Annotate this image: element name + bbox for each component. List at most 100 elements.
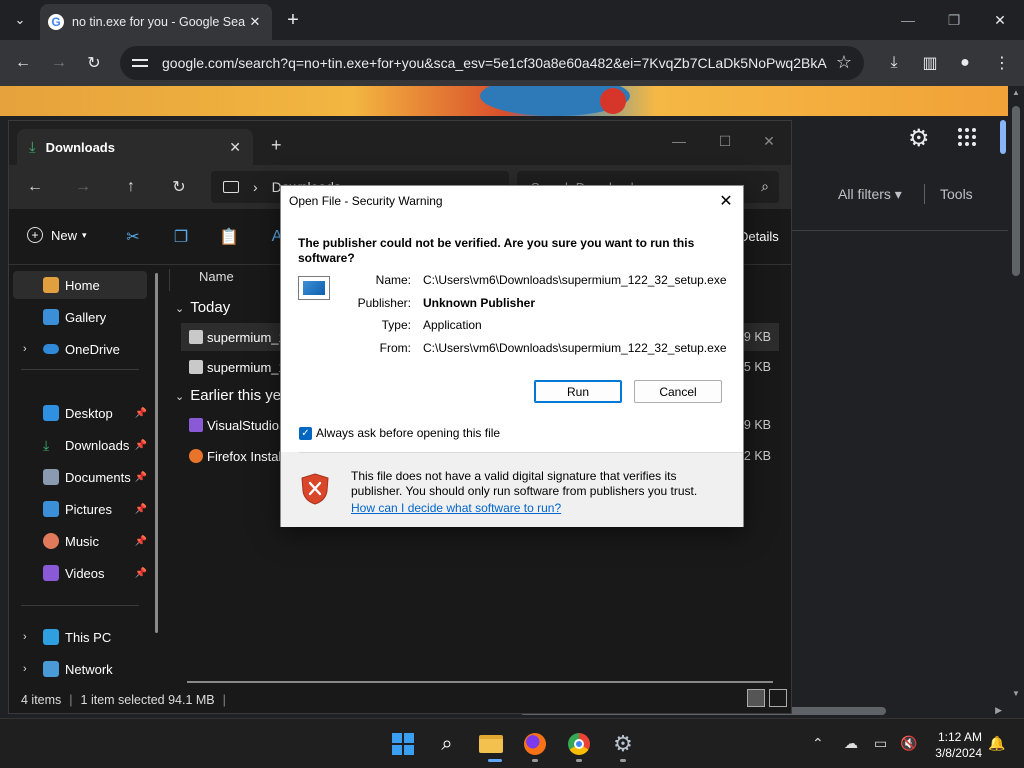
tools-button[interactable]: Tools xyxy=(940,186,973,202)
google-favicon-icon: G xyxy=(48,14,64,30)
firefox-taskbar-icon[interactable] xyxy=(522,731,548,757)
group-header-earlier[interactable]: ⌄ Earlier this yea xyxy=(175,387,289,404)
expand-chevron-icon[interactable]: › xyxy=(23,663,27,675)
file-list-scrollbar[interactable] xyxy=(187,681,773,683)
back-arrow-icon[interactable]: ← xyxy=(10,50,36,76)
chrome-close-button[interactable]: ✕ xyxy=(980,6,1020,34)
sidebar-item-pictures[interactable]: Pictures 📌 xyxy=(13,495,147,523)
reload-icon[interactable]: ↻ xyxy=(81,50,107,76)
run-button[interactable]: Run xyxy=(534,380,622,403)
side-panel-icon[interactable]: ▥ xyxy=(917,50,943,76)
details-view-icon[interactable] xyxy=(747,689,765,707)
sidebar-item-home[interactable]: Home xyxy=(13,271,147,299)
new-tab-button[interactable]: + xyxy=(282,8,304,32)
expand-chevron-icon[interactable]: › xyxy=(23,631,27,643)
chrome-minimize-button[interactable]: — xyxy=(888,6,928,34)
sidebar-item-desktop[interactable]: Desktop 📌 xyxy=(13,399,147,427)
google-settings-gear-icon[interactable]: ⚙ xyxy=(908,124,930,153)
sidebar-item-gallery[interactable]: Gallery xyxy=(13,303,147,331)
pin-icon[interactable]: 📌 xyxy=(135,568,147,579)
search-icon[interactable]: ⌕ xyxy=(434,731,460,757)
chrome-tab-active[interactable]: G no tin.exe for you - Google Sea ✕ xyxy=(40,4,272,40)
sidebar-item-onedrive[interactable]: › OneDrive xyxy=(13,335,147,363)
tiles-view-icon[interactable] xyxy=(769,689,787,707)
explorer-back-icon[interactable]: ← xyxy=(23,175,47,199)
explorer-tab-close-icon[interactable]: ✕ xyxy=(229,139,241,156)
cloud-offline-icon[interactable]: ☁ xyxy=(844,735,858,752)
address-bar[interactable]: google.com/search?q=no+tin.exe+for+you&s… xyxy=(120,46,864,80)
always-ask-label[interactable]: Always ask before opening this file xyxy=(316,426,500,440)
explorer-tab-downloads[interactable]: ⤓ Downloads ✕ xyxy=(17,129,253,165)
start-button[interactable] xyxy=(390,731,416,757)
volume-muted-icon[interactable]: 🔇 xyxy=(900,735,917,752)
google-apps-grid-icon[interactable] xyxy=(958,128,976,146)
bookmark-star-icon[interactable]: ☆ xyxy=(836,52,852,73)
explorer-up-icon[interactable]: ↑ xyxy=(119,175,143,199)
notification-bell-icon[interactable]: 🔔 xyxy=(988,735,1005,752)
tab-close-icon[interactable]: ✕ xyxy=(246,14,264,30)
cancel-button[interactable]: Cancel xyxy=(634,380,722,403)
pin-icon[interactable]: 📌 xyxy=(135,536,147,547)
checkbox-checked-icon[interactable]: ✓ xyxy=(299,426,312,440)
explorer-forward-icon[interactable]: → xyxy=(71,175,95,199)
windows-taskbar: ⌕ ⚙ ⌃ ☁ ▭ 🔇 1:12 AM 3/8/2024 🔔 xyxy=(0,718,1024,768)
forward-arrow-icon[interactable]: → xyxy=(46,50,72,76)
explorer-refresh-icon[interactable]: ↻ xyxy=(167,175,191,199)
security-shield-icon xyxy=(301,473,329,505)
site-info-icon[interactable] xyxy=(132,56,148,70)
explorer-minimize-button[interactable]: — xyxy=(659,127,699,155)
chrome-menu-icon[interactable]: ⋮ xyxy=(989,50,1015,76)
from-value: C:\Users\vm6\Downloads\supermium_122_32_… xyxy=(423,341,727,355)
documents-icon xyxy=(43,469,59,485)
new-menu-button[interactable]: + New ▾ xyxy=(27,227,87,243)
always-ask-checkbox[interactable]: ✓ Always ask before opening this file xyxy=(299,426,500,440)
copy-icon[interactable]: ❐ xyxy=(171,227,191,247)
system-clock[interactable]: 1:12 AM 3/8/2024 xyxy=(930,729,982,761)
pin-icon[interactable]: 📌 xyxy=(135,472,147,483)
explorer-close-button[interactable]: ✕ xyxy=(749,127,789,155)
network-status-icon[interactable]: ▭ xyxy=(874,735,887,752)
profile-icon[interactable]: ● xyxy=(952,50,978,76)
sidebar-item-music[interactable]: Music 📌 xyxy=(13,527,147,555)
download-icon[interactable]: ⤓ xyxy=(881,50,907,76)
chrome-taskbar-icon[interactable] xyxy=(566,731,592,757)
paste-icon[interactable]: 📋 xyxy=(219,227,239,247)
all-filters-button[interactable]: All filters ▾ xyxy=(838,186,902,203)
search-icon[interactable]: ⌕ xyxy=(761,178,769,195)
sidebar-item-network[interactable]: › Network xyxy=(13,655,147,683)
group-header-today[interactable]: ⌄ Today xyxy=(175,299,230,316)
address-url[interactable]: google.com/search?q=no+tin.exe+for+you&s… xyxy=(162,55,827,71)
pin-icon[interactable]: 📌 xyxy=(135,408,147,419)
name-row: Name: C:\Users\vm6\Downloads\supermium_1… xyxy=(281,273,743,289)
pin-icon[interactable]: 📌 xyxy=(135,504,147,515)
google-doodle-banner[interactable] xyxy=(0,86,1008,116)
sidebar-item-documents[interactable]: Documents 📌 xyxy=(13,463,147,491)
tab-search-chevron-icon[interactable]: ⌄ xyxy=(8,8,32,32)
collapse-chevron-icon[interactable]: ⌄ xyxy=(175,391,184,403)
collapse-chevron-icon[interactable]: ⌄ xyxy=(175,303,184,315)
explorer-maximize-button[interactable]: ☐ xyxy=(705,127,745,155)
sidebar-item-videos[interactable]: Videos 📌 xyxy=(13,559,147,587)
file-explorer-taskbar-icon[interactable] xyxy=(478,731,504,757)
sidebar-item-downloads[interactable]: ⤓ Downloads 📌 xyxy=(13,431,147,459)
pin-icon[interactable]: 📌 xyxy=(135,440,147,451)
show-hidden-icons-chevron-icon[interactable]: ⌃ xyxy=(812,735,824,752)
expand-chevron-icon[interactable]: › xyxy=(23,343,27,355)
details-pane-button[interactable]: Details xyxy=(739,229,779,244)
chrome-restore-button[interactable]: ❐ xyxy=(934,6,974,34)
settings-gear-icon[interactable]: ⚙ xyxy=(610,731,636,757)
cut-icon[interactable]: ✂ xyxy=(123,227,143,247)
sidebar-item-this-pc[interactable]: › This PC xyxy=(13,623,147,651)
explorer-tab-title: Downloads xyxy=(45,139,115,155)
dialog-body: The publisher could not be verified. Are… xyxy=(281,216,743,452)
page-vertical-scrollbar[interactable]: ▲ ▼ xyxy=(1008,86,1024,718)
explorer-new-tab-button[interactable]: + xyxy=(271,135,282,156)
breadcrumb-chevron-icon[interactable]: › xyxy=(253,179,258,195)
name-label: Name: xyxy=(375,273,411,287)
sidebar-scrollbar[interactable] xyxy=(155,273,158,633)
dialog-close-button[interactable]: ✕ xyxy=(715,190,737,212)
help-link[interactable]: How can I decide what software to run? xyxy=(351,501,561,515)
type-row: Type: Application xyxy=(281,318,743,334)
column-header-name[interactable]: Name xyxy=(199,269,234,284)
new-chevron-icon: ▾ xyxy=(82,229,87,240)
